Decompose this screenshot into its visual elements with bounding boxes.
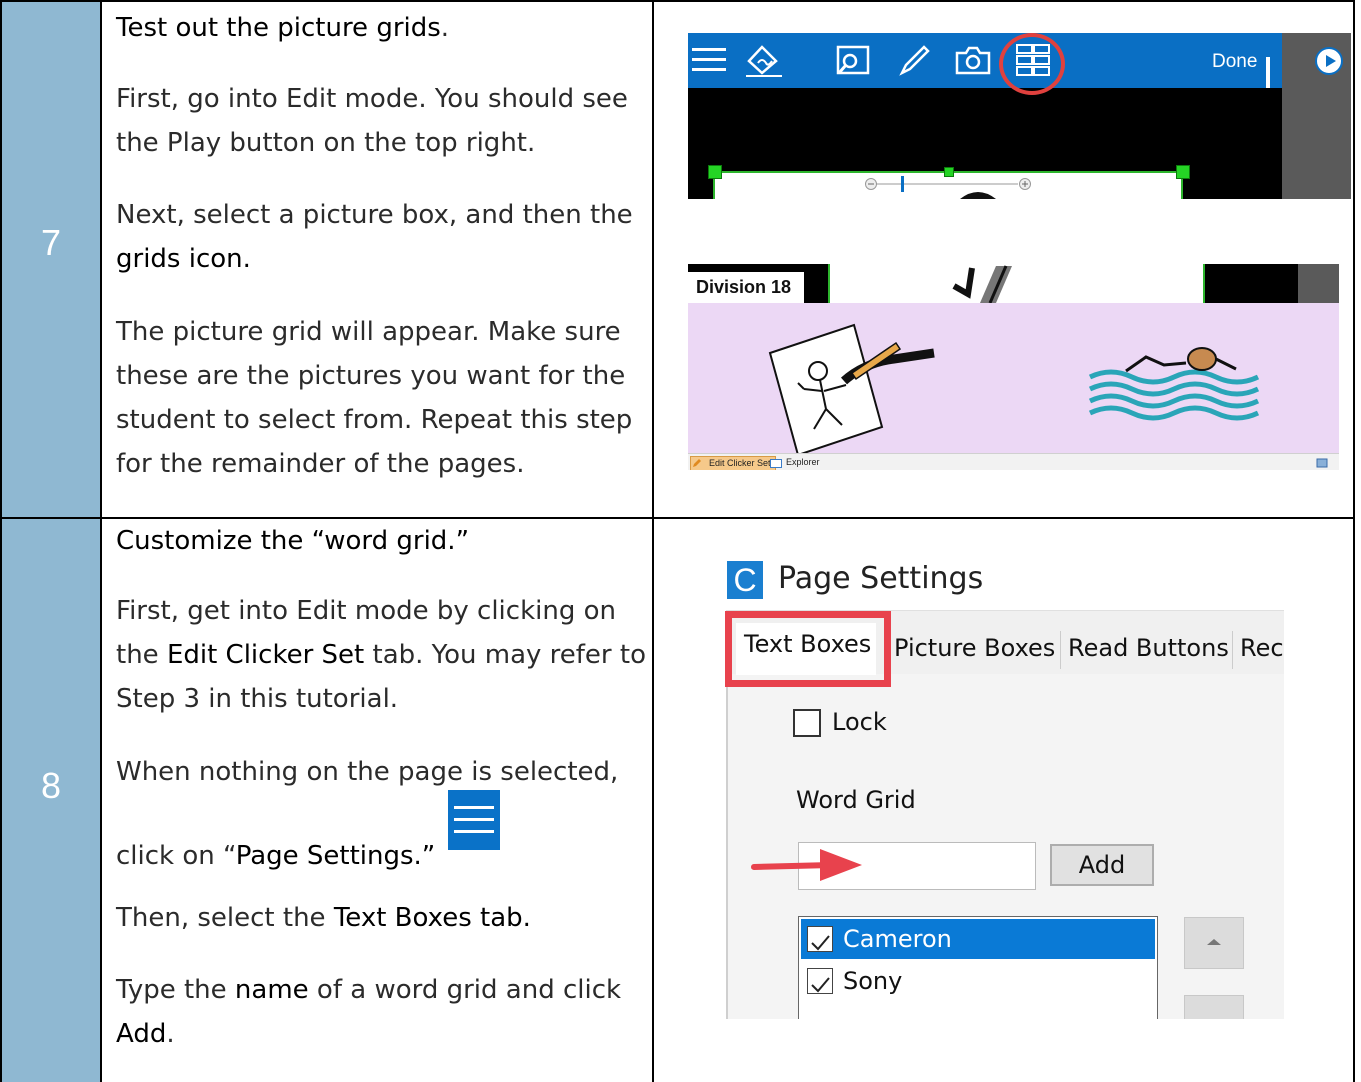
red-arrow-icon: [751, 849, 862, 881]
table-border: [652, 0, 654, 1082]
table-border: [1353, 0, 1355, 1082]
paragraph: Then, select the Text Boxes tab.: [116, 903, 531, 933]
picture-grid-screenshot: Division 18 Edit Clicker Set Explorer: [688, 264, 1339, 470]
step-title: Test out the picture grids.: [116, 13, 450, 43]
lock-label: Lock: [832, 708, 887, 736]
page-settings-screenshot: C Page Settings Text Boxes Picture Boxes…: [722, 553, 1284, 1019]
move-down-button[interactable]: [1184, 995, 1244, 1019]
step-number-cell: 8: [2, 519, 100, 1082]
picture-partial: [960, 192, 996, 199]
picture-grid: [688, 303, 1339, 457]
done-divider: [1266, 57, 1270, 88]
table-border: [0, 0, 2, 1082]
tab-record[interactable]: Rec: [1240, 634, 1284, 662]
done-button[interactable]: Done: [1212, 51, 1257, 73]
resize-handle[interactable]: [708, 165, 722, 179]
side-panel: [1298, 264, 1339, 303]
step-title: Customize the “word grid.”: [116, 526, 470, 556]
picture-fragment: [952, 265, 1012, 303]
camera-icon[interactable]: [954, 43, 992, 77]
paragraph: When nothing on the page is selected,: [116, 757, 619, 787]
status-bar: Edit Clicker Set Explorer: [688, 453, 1339, 470]
zoom-in-icon[interactable]: [1018, 177, 1032, 191]
paragraph: First, go into Edit mode. You should see…: [116, 84, 628, 158]
word-grid-list: Cameron Sony: [798, 916, 1158, 1019]
swimming-symbol[interactable]: [1086, 343, 1266, 423]
tab-read-buttons[interactable]: Read Buttons: [1068, 634, 1229, 662]
zoom-slider-knob[interactable]: [901, 176, 904, 192]
list-item-label: Cameron: [843, 925, 952, 953]
check-icon: [811, 977, 830, 993]
tab-divider: [1060, 631, 1061, 669]
paragraph: First, get into Edit mode by clicking on…: [116, 596, 646, 714]
tab-divider: [1232, 631, 1233, 669]
resize-handle[interactable]: [944, 167, 954, 177]
word-grid-label: Word Grid: [796, 786, 916, 814]
division-label: Division 18: [688, 272, 804, 303]
menu-icon[interactable]: [690, 43, 728, 77]
list-item[interactable]: Cameron: [801, 919, 1155, 959]
highlight-box: [725, 611, 891, 687]
checkbox-checked[interactable]: [807, 926, 833, 952]
folder-icon: [770, 459, 782, 468]
toolbar-screenshot: Done: [688, 33, 1351, 199]
lock-checkbox[interactable]: [793, 709, 821, 737]
tab-picture-boxes[interactable]: Picture Boxes: [894, 634, 1055, 662]
window-icon[interactable]: [1316, 457, 1328, 469]
paragraph: The picture grid will appear. Make sure …: [116, 317, 633, 479]
edit-clicker-set-tab[interactable]: Edit Clicker Set: [690, 456, 776, 470]
pencil-icon: [693, 459, 701, 467]
paragraph: Type the name of a word grid and click A…: [116, 975, 622, 1049]
dialog-title: Page Settings: [778, 561, 984, 596]
paragraph: click on “Page Settings.”: [116, 790, 646, 872]
resize-handle[interactable]: [1176, 165, 1190, 179]
paragraph: Next, select a picture box, and then the…: [116, 200, 633, 274]
picture-search-icon[interactable]: [834, 43, 872, 77]
drawing-symbol[interactable]: [764, 319, 944, 459]
pen-icon[interactable]: [894, 43, 932, 77]
zoom-slider[interactable]: [868, 183, 1018, 185]
checkbox-checked[interactable]: [807, 968, 833, 994]
step-8-instructions: Customize the “word grid.” First, get in…: [102, 519, 652, 1082]
step-number: 7: [40, 222, 62, 263]
zoom-out-icon[interactable]: [864, 177, 878, 191]
move-up-button[interactable]: [1184, 917, 1244, 969]
list-item-label: Sony: [843, 967, 903, 995]
highlight-circle: [999, 33, 1065, 95]
page-settings-icon: [447, 790, 500, 850]
step-7-instructions: Test out the picture grids. First, go in…: [102, 0, 652, 517]
play-icon[interactable]: [1315, 47, 1343, 75]
list-item[interactable]: Sony: [801, 961, 1155, 1001]
add-button[interactable]: Add: [1050, 844, 1154, 886]
tutorial-page: 7 8 Test out the picture grids. First, g…: [0, 0, 1361, 1082]
edit-page-icon[interactable]: [744, 43, 782, 77]
check-icon: [811, 935, 830, 951]
step-number: 8: [40, 765, 62, 806]
app-logo: C: [727, 561, 763, 599]
step-number-cell: 7: [2, 2, 100, 517]
